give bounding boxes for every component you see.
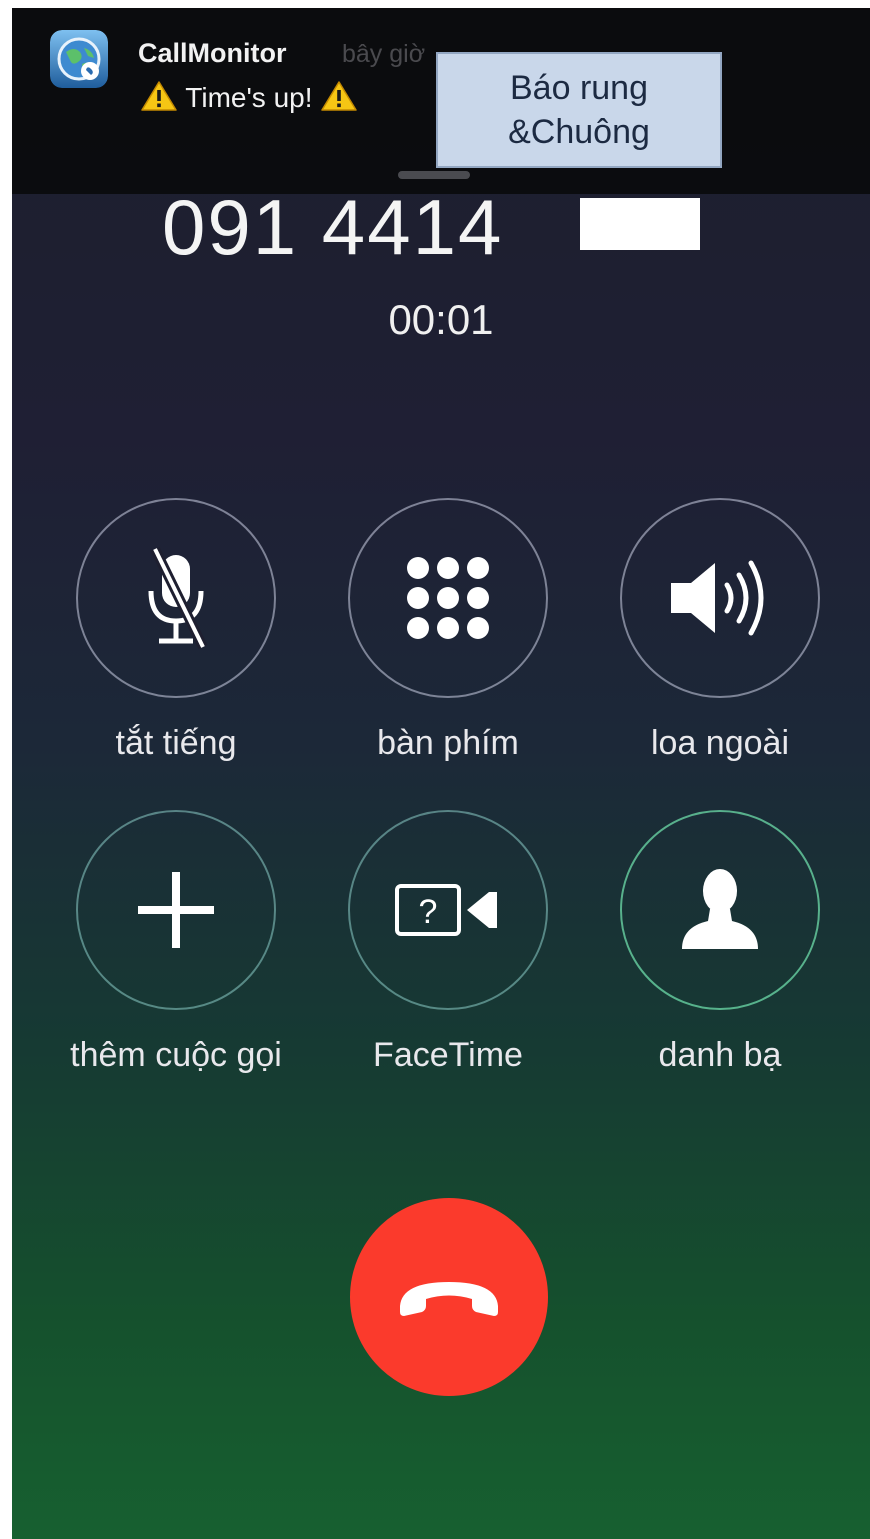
contacts-button[interactable] — [620, 810, 820, 1010]
keypad-icon — [407, 557, 489, 639]
plus-icon — [138, 872, 214, 948]
phone-number: 091 4414 — [162, 183, 504, 271]
notification-app-name: CallMonitor — [138, 38, 287, 68]
call-screen: CallMonitor bây giờ Time's up! Báo rung … — [12, 8, 870, 1539]
speaker-button[interactable] — [620, 498, 820, 698]
add-call-label: thêm cuộc gọi — [70, 1036, 282, 1074]
contacts-label: danh bạ — [658, 1036, 782, 1074]
contact-icon — [682, 869, 758, 949]
notification-time: bây giờ — [342, 40, 426, 68]
mute-label: tắt tiếng — [115, 724, 237, 762]
svg-text:?: ? — [419, 893, 438, 931]
keypad-label: bàn phím — [377, 724, 519, 762]
facetime-icon: ? — [395, 884, 497, 936]
notification-message: Time's up! — [185, 82, 313, 113]
notification-message-row: Time's up! — [140, 80, 358, 114]
call-duration: 00:01 — [388, 296, 494, 343]
end-call-icon — [400, 1282, 498, 1316]
speaker-label: loa ngoài — [650, 724, 789, 762]
mute-button[interactable] — [76, 498, 276, 698]
add-call-button[interactable] — [76, 810, 276, 1010]
vibrate-ring-callout: Báo rung &Chuông — [436, 52, 722, 168]
facetime-button[interactable]: ? — [348, 810, 548, 1010]
callout-line-1: Báo rung — [510, 69, 648, 107]
facetime-label: FaceTime — [373, 1036, 523, 1074]
mute-mic-icon — [148, 546, 208, 650]
warning-icon — [140, 80, 178, 112]
redaction-mask — [580, 198, 700, 250]
callout-line-2: &Chuông — [508, 113, 650, 151]
keypad-button[interactable] — [348, 498, 548, 698]
warning-icon — [320, 80, 358, 112]
speaker-icon — [671, 560, 764, 636]
app-globe-icon — [50, 30, 108, 88]
end-call-button[interactable] — [350, 1198, 548, 1396]
